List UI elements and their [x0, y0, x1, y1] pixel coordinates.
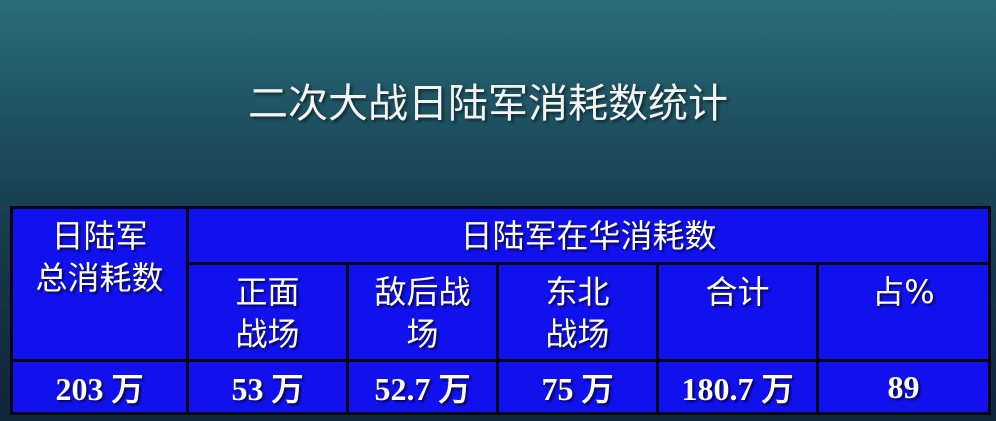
header-total-consumption: 日陆军 总消耗数 — [10, 206, 189, 362]
value-northeast-battlefield: 75 万 — [496, 359, 659, 415]
value-china-total: 180.7 万 — [656, 359, 819, 415]
header-china-consumption: 日陆军在华消耗数 — [185, 206, 992, 265]
header-northeast-battlefield: 东北 战场 — [496, 262, 659, 362]
header-percent: 占% — [815, 262, 992, 362]
value-total-consumption: 203 万 — [10, 359, 189, 415]
header-front-battlefield: 正面 战场 — [186, 262, 349, 362]
consumption-table: 日陆军 总消耗数 日陆军在华消耗数 正面 战场 敌后战 场 东北 战场 合计 占… — [10, 206, 992, 415]
header-total: 合计 — [656, 262, 819, 362]
value-percent: 89 — [815, 359, 992, 415]
page-title: 二次大战日陆军消耗数统计 — [248, 81, 728, 127]
value-front-battlefield: 53 万 — [186, 359, 349, 415]
header-behind-lines-battlefield: 敌后战 场 — [346, 262, 499, 362]
value-behind-lines-battlefield: 52.7 万 — [346, 359, 499, 415]
